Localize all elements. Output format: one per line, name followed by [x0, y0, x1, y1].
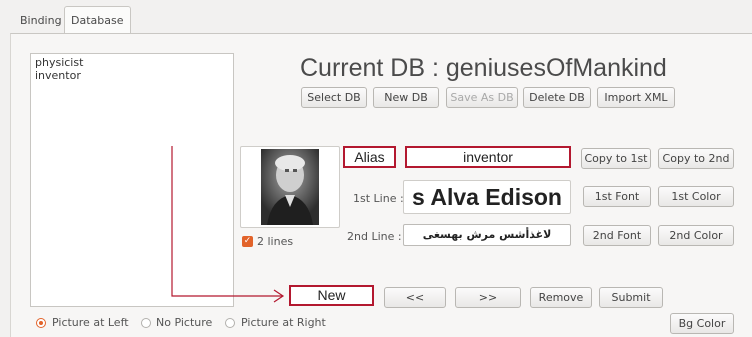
- picture-left-radio[interactable]: [36, 318, 46, 328]
- no-picture-label: No Picture: [156, 316, 213, 329]
- new-button[interactable]: New: [289, 285, 374, 306]
- next-button[interactable]: >>: [455, 287, 521, 308]
- no-picture-radio[interactable]: [141, 318, 151, 328]
- picture-right-radio[interactable]: [225, 318, 235, 328]
- submit-button[interactable]: Submit: [599, 287, 663, 308]
- bg-color-button[interactable]: Bg Color: [670, 313, 734, 334]
- picture-left-label: Picture at Left: [52, 316, 129, 329]
- remove-button[interactable]: Remove: [530, 287, 592, 308]
- previous-button[interactable]: <<: [384, 287, 446, 308]
- picture-right-label: Picture at Right: [241, 316, 326, 329]
- new-label: New: [317, 287, 346, 303]
